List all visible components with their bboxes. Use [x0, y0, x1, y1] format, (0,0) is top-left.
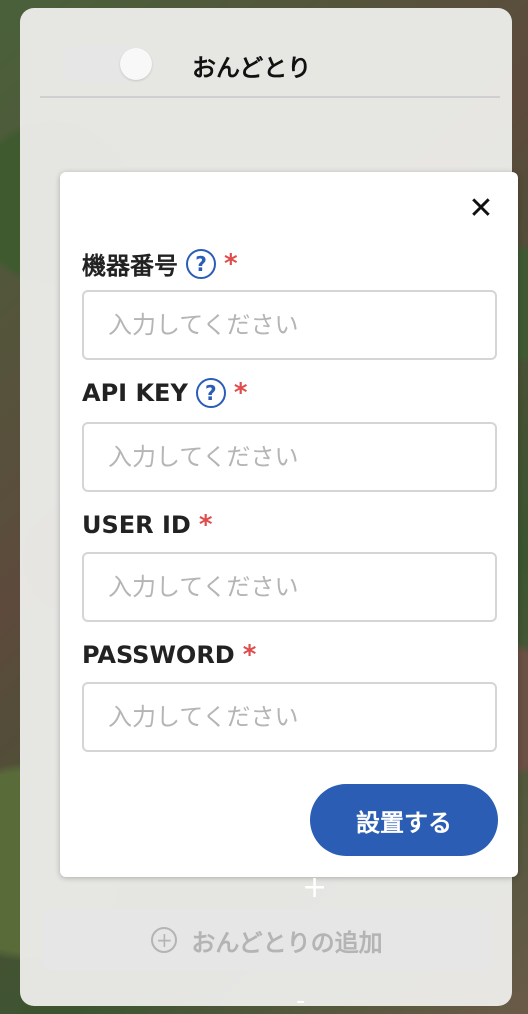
help-icon[interactable]: ? [195, 378, 226, 408]
required-mark: * [198, 510, 213, 540]
user-id-input[interactable] [82, 552, 497, 622]
user-id-label-text: USER ID [82, 511, 191, 539]
toggle-knob [120, 48, 152, 80]
add-device-label: おんどとりの追加 [191, 928, 383, 957]
device-name: おんどとり [192, 54, 312, 82]
plus-circle-icon: + [151, 927, 178, 953]
user-id-label: USER ID * [82, 510, 212, 540]
api-key-label: API KEY ? * [82, 378, 247, 408]
install-button[interactable]: 設置する [310, 784, 498, 856]
device-number-label-text: 機器番号 [82, 252, 178, 280]
api-key-input[interactable] [82, 422, 497, 492]
password-label: PASSWORD * [82, 640, 256, 670]
plus-icon: + [302, 870, 328, 905]
device-header: おんどとり [40, 8, 500, 98]
password-input[interactable] [82, 682, 497, 752]
side-panel: おんどとり ✕ 機器番号 ? * API KEY ? * USER ID * P… [20, 8, 518, 1014]
required-mark: * [233, 378, 248, 408]
settings-form: ✕ 機器番号 ? * API KEY ? * USER ID * PASSWOR… [60, 172, 518, 877]
device-number-input[interactable] [82, 290, 497, 360]
api-key-label-text: API KEY [82, 379, 188, 407]
device-number-label: 機器番号 ? * [82, 246, 238, 281]
required-mark: * [224, 248, 238, 279]
close-icon[interactable]: ✕ [464, 192, 498, 226]
minus-icon: - [296, 986, 306, 1014]
required-mark: * [242, 640, 257, 670]
help-icon[interactable]: ? [186, 248, 216, 279]
add-device-button[interactable]: + おんどとりの追加 [42, 910, 492, 970]
password-label-text: PASSWORD [82, 641, 235, 669]
